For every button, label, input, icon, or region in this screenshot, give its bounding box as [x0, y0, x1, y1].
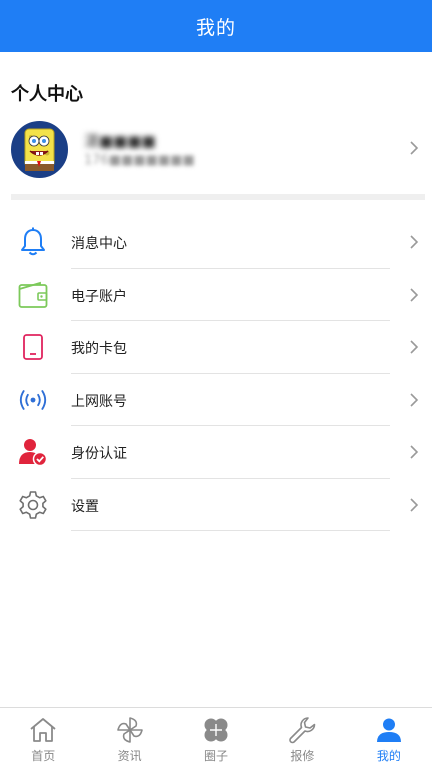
identity-verify-icon	[18, 437, 48, 467]
menu-item-settings[interactable]: 设置	[0, 479, 432, 531]
tab-label: 资讯	[117, 749, 142, 763]
menu-item-label: 电子账户	[71, 288, 127, 305]
spongebob-avatar-icon	[13, 123, 66, 176]
clover-icon	[202, 716, 230, 744]
gear-icon	[18, 490, 48, 520]
section-title: 个人中心	[11, 84, 83, 105]
menu-list: 消息中心 电子账户 我的卡包 上网账号 身份认证 设置	[0, 216, 432, 531]
chevron-right-icon	[409, 497, 419, 517]
menu-item-label: 我的卡包	[71, 341, 127, 357]
chevron-right-icon	[409, 392, 419, 412]
menu-item-label: 身份认证	[71, 446, 127, 462]
user-name: 湛■■■■	[84, 132, 156, 150]
chevron-right-icon	[409, 339, 419, 359]
menu-item-network-account[interactable]: 上网账号	[0, 374, 432, 426]
tab-label: 报修	[290, 749, 315, 763]
menu-item-message-center[interactable]: 消息中心	[0, 216, 432, 269]
menu-item-label: 设置	[71, 498, 99, 515]
avatar	[11, 121, 68, 178]
bell-icon	[18, 227, 48, 257]
tab-home[interactable]: 首页	[0, 708, 86, 768]
chevron-right-icon	[409, 287, 419, 307]
menu-item-identity-verify[interactable]: 身份认证	[0, 426, 432, 479]
tab-label: 首页	[31, 749, 56, 763]
row-divider	[71, 530, 390, 531]
card-holder-icon	[18, 332, 48, 362]
menu-item-e-account[interactable]: 电子账户	[0, 269, 432, 321]
header-bar: 我的	[0, 0, 432, 52]
bottom-tab-bar: 首页 资讯 圈子 报修 我的	[0, 707, 432, 768]
wireless-signal-icon	[18, 385, 48, 415]
tab-repair[interactable]: 报修	[259, 708, 345, 768]
wrench-icon	[288, 716, 316, 744]
page-title: 我的	[195, 16, 236, 39]
menu-item-card-holder[interactable]: 我的卡包	[0, 321, 432, 374]
tab-news[interactable]: 资讯	[86, 708, 172, 768]
profile-row[interactable]: 湛■■■■ 176■■■■■■■	[0, 118, 432, 184]
chevron-right-icon	[409, 234, 419, 254]
pinwheel-icon	[116, 716, 144, 744]
app-screen: 我的 个人中心 湛■■■■ 176■■■■■■■ 消息中心 电子账户 我的卡包 …	[0, 0, 432, 768]
chevron-right-icon	[409, 444, 419, 464]
tab-circle[interactable]: 圈子	[173, 708, 259, 768]
user-icon	[375, 716, 403, 744]
tab-mine[interactable]: 我的	[346, 708, 432, 768]
home-icon	[29, 716, 57, 744]
menu-item-label: 上网账号	[71, 393, 127, 410]
section-divider	[11, 194, 425, 200]
tab-label: 我的	[376, 749, 401, 763]
user-phone: 176■■■■■■■	[84, 153, 195, 168]
wallet-icon	[18, 280, 48, 310]
chevron-right-icon	[409, 140, 419, 160]
tab-label: 圈子	[204, 749, 229, 763]
menu-item-label: 消息中心	[71, 236, 127, 252]
